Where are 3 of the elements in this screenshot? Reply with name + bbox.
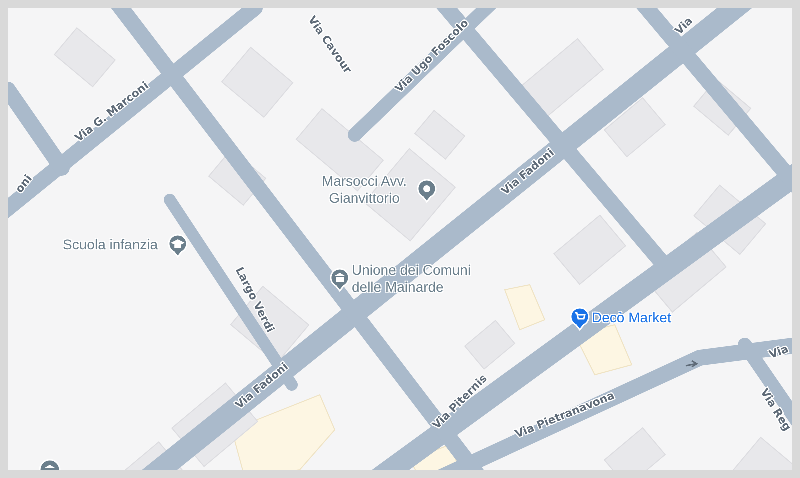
street-label: oni xyxy=(12,172,36,196)
street-label: Via xyxy=(768,342,790,362)
street-label: Via xyxy=(672,14,696,38)
